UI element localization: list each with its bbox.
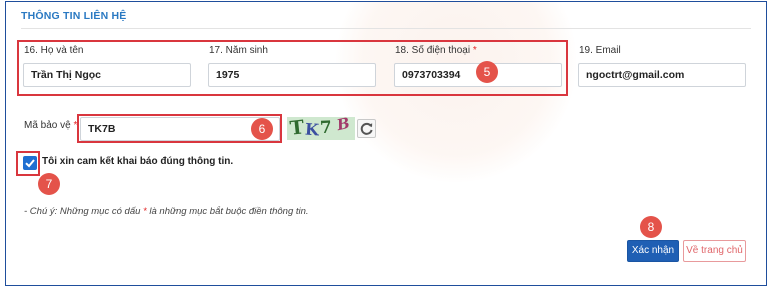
captcha-image: T K 7 B [287, 117, 355, 140]
step-marker-5: 5 [476, 61, 498, 83]
email-label: 19. Email [579, 45, 621, 56]
captcha-char: T [288, 117, 306, 140]
required-note: - Chú ý: Những mục có dấu * là những mục… [24, 206, 309, 217]
captcha-char: K [304, 119, 320, 140]
step-marker-6: 6 [251, 118, 273, 140]
confirm-button[interactable]: Xác nhận [627, 240, 679, 262]
refresh-captcha-button[interactable] [357, 119, 376, 138]
captcha-char: B [335, 117, 352, 135]
section-title: THÔNG TIN LIÊN HỆ [21, 10, 127, 22]
refresh-icon [360, 122, 373, 135]
home-button[interactable]: Về trang chủ [683, 240, 746, 262]
captcha-char: 7 [319, 117, 333, 139]
agreement-text: Tôi xin cam kết khai báo đúng thông tin. [42, 156, 234, 167]
section-divider [21, 28, 751, 29]
step-marker-7: 7 [38, 173, 60, 195]
step-marker-8: 8 [640, 216, 662, 238]
highlight-checkbox [16, 151, 40, 176]
captcha-label: Mã bảo vệ * [24, 120, 78, 131]
email-input[interactable]: ngoctrt@gmail.com [578, 63, 746, 87]
